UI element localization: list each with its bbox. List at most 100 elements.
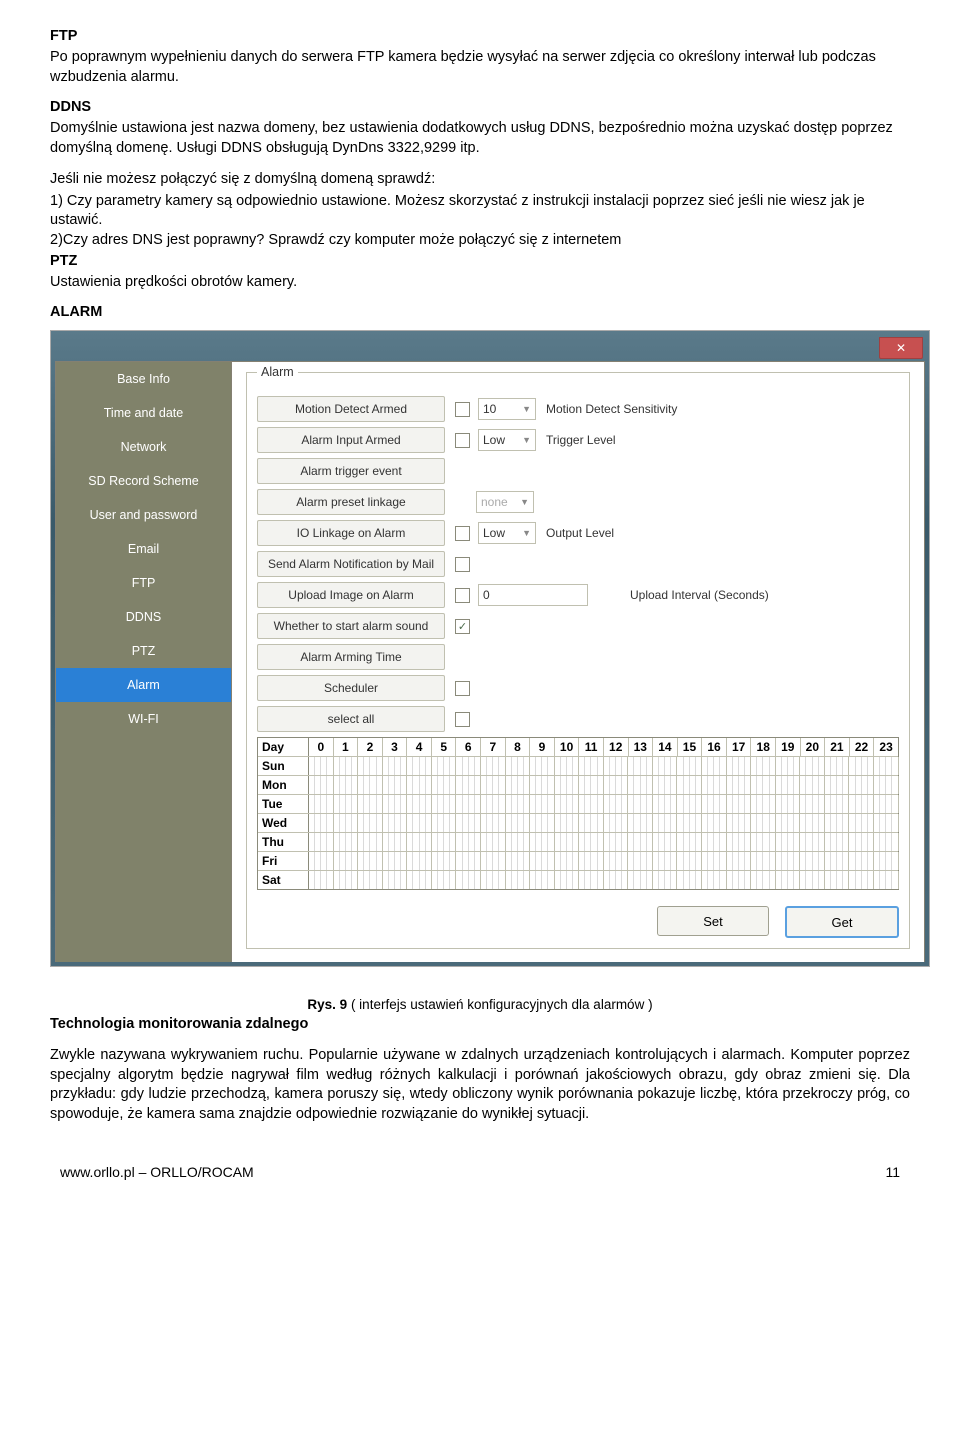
schedule-day-slots[interactable] [309,757,898,775]
schedule-hour-header: 5 [432,738,457,756]
schedule-hour-header: 1 [334,738,359,756]
alarm-heading: ALARM [50,304,910,320]
checkbox-upload-image-on-alarm[interactable] [455,588,470,603]
schedule-hour-header: 20 [801,738,826,756]
fieldset-legend: Alarm [257,365,298,379]
label-start-alarm-sound: Whether to start alarm sound [257,613,445,639]
schedule-hour-header: 23 [874,738,898,756]
schedule-day-label: Tue [258,795,309,813]
schedule-hour-header: 0 [309,738,334,756]
checkbox-start-alarm-sound[interactable]: ✓ [455,619,470,634]
sidebar-item-base-info[interactable]: Base Info [56,362,231,396]
schedule-hour-header: 18 [751,738,776,756]
chevron-down-icon: ▼ [520,497,529,507]
label-send-alarm-mail: Send Alarm Notification by Mail [257,551,445,577]
sidebar: Base InfoTime and dateNetworkSD Record S… [56,362,232,962]
chevron-down-icon: ▼ [522,435,531,445]
label-upload-interval: Upload Interval (Seconds) [630,588,769,602]
window-close-button[interactable]: ✕ [879,337,923,359]
ptz-paragraph: Ustawienia prędkości obrotów kamery. [50,273,910,293]
label-select-all: select all [257,706,445,732]
schedule-day-slots[interactable] [309,814,898,832]
label-alarm-preset-linkage: Alarm preset linkage [257,489,445,515]
ftp-heading: FTP [50,28,910,44]
schedule-header-day: Day [258,738,309,756]
figure-label: Rys. 9 [307,997,347,1012]
sidebar-item-time-and-date[interactable]: Time and date [56,396,231,430]
label-scheduler: Scheduler [257,675,445,701]
schedule-hour-header: 9 [530,738,555,756]
sidebar-item-ddns[interactable]: DDNS [56,600,231,634]
schedule-hour-header: 8 [506,738,531,756]
sidebar-item-ftp[interactable]: FTP [56,566,231,600]
figure-caption: ( interfejs ustawień konfiguracyjnych dl… [347,997,652,1012]
schedule-hour-header: 16 [702,738,727,756]
schedule-hour-header: 4 [407,738,432,756]
select-trigger-level[interactable]: Low ▼ [478,429,536,451]
label-alarm-arming-time: Alarm Arming Time [257,644,445,670]
schedule-day-label: Wed [258,814,309,832]
main-panel: Alarm Motion Detect Armed 10 ▼ Motion De… [232,362,924,962]
schedule-day-label: Mon [258,776,309,794]
ptz-heading: PTZ [50,253,910,269]
checkbox-send-alarm-mail[interactable] [455,557,470,572]
select-motion-detect-sensitivity[interactable]: 10 ▼ [478,398,536,420]
schedule-day-slots[interactable] [309,795,898,813]
ddns-paragraph-1: Domyślnie ustawiona jest nazwa domeny, b… [50,119,910,158]
schedule-hour-header: 10 [555,738,580,756]
sidebar-item-email[interactable]: Email [56,532,231,566]
set-button[interactable]: Set [657,906,769,936]
footer-page-number: 11 [885,1164,900,1180]
sidebar-item-user-and-password[interactable]: User and password [56,498,231,532]
select-value: 10 [483,402,496,416]
schedule-hour-header: 17 [727,738,752,756]
check-icon: ✓ [458,620,467,633]
alarm-fieldset: Alarm Motion Detect Armed 10 ▼ Motion De… [246,372,910,949]
schedule-hour-header: 3 [383,738,408,756]
sidebar-item-ptz[interactable]: PTZ [56,634,231,668]
checkbox-motion-detect-armed[interactable] [455,402,470,417]
checkbox-select-all[interactable] [455,712,470,727]
select-alarm-preset-linkage[interactable]: none ▼ [476,491,534,513]
label-output-level: Output Level [546,526,614,540]
ftp-paragraph: Po poprawnym wypełnieniu danych do serwe… [50,48,910,87]
schedule-hour-header: 11 [579,738,604,756]
schedule-hour-header: 6 [456,738,481,756]
ddns-list-item-2: 2)Czy adres DNS jest poprawny? Sprawdź c… [50,231,910,251]
schedule-day-label: Sat [258,871,309,889]
sidebar-item-sd-record-scheme[interactable]: SD Record Scheme [56,464,231,498]
close-icon: ✕ [896,341,906,355]
select-value: none [481,495,508,509]
ddns-paragraph-2: Jeśli nie możesz połączyć się z domyślną… [50,170,910,190]
tech-heading: Technologia monitorowania zdalnego [50,1016,910,1032]
label-upload-image-on-alarm: Upload Image on Alarm [257,582,445,608]
input-value: 0 [483,588,490,602]
app-window: Base InfoTime and dateNetworkSD Record S… [55,361,925,962]
schedule-hour-header: 19 [776,738,801,756]
schedule-day-slots[interactable] [309,871,898,889]
schedule-day-slots[interactable] [309,852,898,870]
checkbox-scheduler[interactable] [455,681,470,696]
schedule-hour-header: 7 [481,738,506,756]
schedule-day-slots[interactable] [309,776,898,794]
label-alarm-trigger-event: Alarm trigger event [257,458,445,484]
label-motion-detect-armed: Motion Detect Armed [257,396,445,422]
sidebar-item-network[interactable]: Network [56,430,231,464]
ddns-heading: DDNS [50,99,910,115]
select-output-level[interactable]: Low ▼ [478,522,536,544]
schedule-hour-header: 13 [629,738,654,756]
sidebar-item-wi-fi[interactable]: WI-FI [56,702,231,736]
input-upload-interval[interactable]: 0 [478,584,588,606]
tech-paragraph: Zwykle nazywana wykrywaniem ruchu. Popul… [50,1046,910,1124]
select-value: Low [483,526,505,540]
footer-left: www.orllo.pl – ORLLO/ROCAM [60,1164,254,1180]
checkbox-alarm-input-armed[interactable] [455,433,470,448]
schedule-table: Day0123456789101112131415161718192021222… [257,737,899,890]
sidebar-item-alarm[interactable]: Alarm [56,668,231,702]
checkbox-io-linkage-on-alarm[interactable] [455,526,470,541]
schedule-day-label: Thu [258,833,309,851]
get-button[interactable]: Get [785,906,899,938]
schedule-day-slots[interactable] [309,833,898,851]
select-value: Low [483,433,505,447]
schedule-hour-header: 21 [825,738,850,756]
